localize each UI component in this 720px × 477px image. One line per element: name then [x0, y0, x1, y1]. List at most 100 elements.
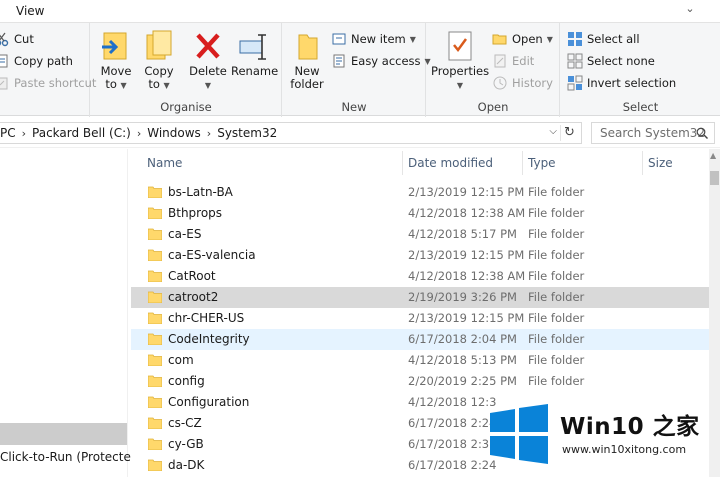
file-row[interactable]: ca-ES 4/12/2018 5:17 PM File folder [131, 224, 709, 245]
new-item-button[interactable]: New item ▼ [331, 29, 416, 49]
copy-to-button[interactable]: Copy to ▼ [141, 27, 177, 92]
file-row[interactable]: com 4/12/2018 5:13 PM File folder [131, 350, 709, 371]
tab-view[interactable]: View [16, 4, 44, 18]
file-name: catroot2 [168, 290, 219, 304]
edit-button[interactable]: Edit [492, 51, 534, 71]
delete-button[interactable]: Delete ▼ [188, 27, 228, 92]
delete-x-icon [192, 29, 224, 63]
file-type: File folder [528, 353, 585, 367]
cut-button[interactable]: Cut [0, 29, 34, 49]
chevron-down-icon: ▼ [546, 34, 553, 44]
breadcrumb-pc[interactable]: PC [0, 126, 16, 140]
new-folder-button[interactable]: New folder [287, 27, 327, 91]
column-header-type[interactable]: Type [522, 149, 642, 177]
file-row[interactable]: catroot2 2/19/2019 3:26 PM File folder [131, 287, 709, 308]
address-bar[interactable]: PC › Packard Bell (C:) › Windows › Syste… [0, 122, 582, 144]
scroll-up-arrow-icon[interactable]: ▲ [710, 151, 716, 160]
breadcrumb-chevron-icon[interactable]: › [137, 127, 141, 140]
column-header-size[interactable]: Size [642, 149, 709, 177]
file-name: cs-CZ [168, 416, 202, 430]
group-organise: Move to ▼ Copy to ▼ Delete ▼ Rename Orga… [91, 23, 282, 117]
file-name: CodeIntegrity [168, 332, 250, 346]
group-label-select: Select [622, 100, 659, 114]
invert-selection-label: Invert selection [587, 76, 677, 90]
address-history-chevron-icon[interactable]: ⌵ [549, 126, 557, 137]
open-folder-icon [492, 31, 508, 47]
breadcrumb-chevron-icon[interactable]: › [22, 127, 26, 140]
nav-item-click-to-run[interactable]: Click-to-Run (Protected) [0, 450, 143, 464]
paste-shortcut-button[interactable]: Paste shortcut [0, 73, 96, 93]
refresh-icon[interactable]: ↻ [560, 125, 578, 141]
properties-label: Properties [431, 64, 490, 78]
select-all-button[interactable]: Select all [567, 29, 640, 49]
copy-to-label-2: to [148, 77, 160, 91]
file-type: File folder [528, 227, 585, 241]
move-to-button[interactable]: Move to ▼ [97, 27, 135, 92]
open-button[interactable]: Open ▼ [492, 29, 553, 49]
delete-label: Delete [189, 64, 227, 78]
file-type: File folder [528, 248, 585, 262]
chevron-down-icon: ▼ [409, 34, 416, 44]
chevron-down-icon: ▼ [456, 81, 464, 90]
minimize-ribbon-icon[interactable]: ⌄ [683, 2, 697, 18]
group-select: Select all Select none Invert selection … [561, 23, 720, 117]
chevron-down-icon: ▼ [204, 81, 212, 90]
scrollbar-thumb[interactable] [710, 171, 719, 185]
search-input[interactable]: Search System32 [591, 122, 715, 144]
copy-path-button[interactable]: Copy path [0, 51, 73, 71]
cut-label: Cut [14, 32, 34, 46]
paste-shortcut-label: Paste shortcut [14, 76, 97, 90]
rename-label: Rename [231, 64, 279, 78]
breadcrumb-drive[interactable]: Packard Bell (C:) [32, 126, 131, 140]
properties-button[interactable]: Properties ▼ [431, 27, 489, 92]
file-name: chr-CHER-US [168, 311, 245, 325]
file-type: File folder [528, 374, 585, 388]
copy-path-label: Copy path [14, 54, 73, 68]
easy-access-button[interactable]: Easy access ▼ [331, 51, 431, 71]
folder-icon [148, 417, 162, 429]
file-date-modified: 2/13/2019 12:15 PM [408, 185, 525, 199]
new-item-icon [331, 31, 347, 47]
copy-path-icon [0, 53, 10, 69]
chevron-down-icon: ▼ [120, 81, 127, 90]
file-row[interactable]: chr-CHER-US 2/13/2019 12:15 PM File folder [131, 308, 709, 329]
file-date-modified: 4/12/2018 5:17 PM [408, 227, 517, 241]
file-date-modified: 6/17/2018 2:35 [408, 437, 497, 451]
file-name: Configuration [168, 395, 250, 409]
file-date-modified: 4/12/2018 12:38 AM [408, 269, 526, 283]
file-row[interactable]: CodeIntegrity 6/17/2018 2:04 PM File folde… [131, 329, 709, 350]
breadcrumb-windows[interactable]: Windows [147, 126, 201, 140]
select-none-button[interactable]: Select none [567, 51, 655, 71]
file-row[interactable]: CatRoot 4/12/2018 12:38 AM File folder [131, 266, 709, 287]
breadcrumb-system32[interactable]: System32 [217, 126, 277, 140]
invert-selection-icon [567, 75, 583, 91]
invert-selection-button[interactable]: Invert selection [567, 73, 676, 93]
breadcrumb-chevron-icon[interactable]: › [207, 127, 211, 140]
group-label-organise: Organise [160, 100, 212, 114]
column-header-date-modified[interactable]: Date modified [402, 149, 522, 177]
watermark-url: www.win10xitong.com [562, 443, 687, 456]
history-icon [492, 75, 508, 91]
ribbon-tabs: View ⌄ [0, 0, 720, 22]
file-name: CatRoot [168, 269, 216, 283]
file-row[interactable]: bs-Latn-BA 2/13/2019 12:15 PM File folder [131, 182, 709, 203]
open-label: Open [512, 32, 543, 46]
select-none-label: Select none [587, 54, 655, 68]
column-header-name[interactable]: Name [141, 149, 403, 177]
file-date-modified: 4/12/2018 12:38 AM [408, 206, 526, 220]
rename-button[interactable]: Rename [231, 27, 279, 78]
folder-icon [148, 249, 162, 261]
folder-icon [148, 186, 162, 198]
new-item-label: New item [351, 32, 406, 46]
file-row[interactable]: Bthprops 4/12/2018 12:38 AM File folder [131, 203, 709, 224]
properties-icon [444, 29, 476, 63]
file-name: da-DK [168, 458, 205, 472]
file-row[interactable]: config 2/20/2019 2:25 PM File folder [131, 371, 709, 392]
nav-selected-item[interactable] [0, 423, 127, 445]
group-label-new: New [341, 100, 367, 114]
file-row[interactable]: ca-ES-valencia 2/13/2019 12:15 PM File fol… [131, 245, 709, 266]
file-date-modified: 2/20/2019 2:25 PM [408, 374, 517, 388]
chevron-down-icon: ▼ [163, 81, 170, 90]
history-button[interactable]: History [492, 73, 553, 93]
edit-icon [492, 53, 508, 69]
